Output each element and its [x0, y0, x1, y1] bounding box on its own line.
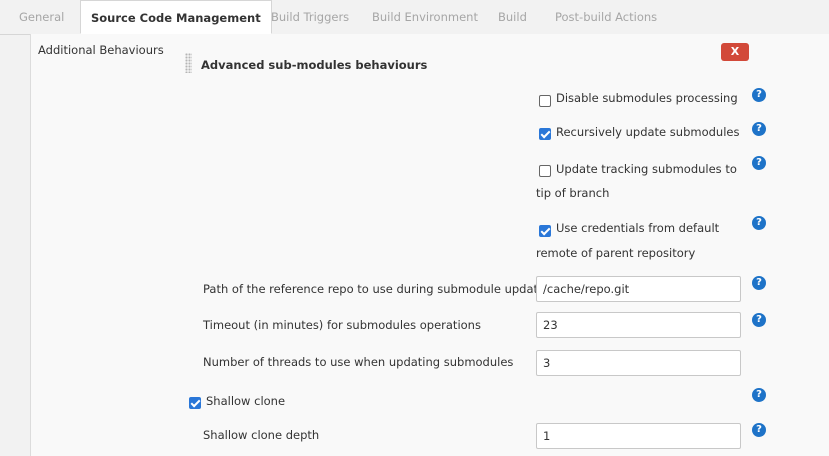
tab-build-triggers[interactable]: Build Triggers [271, 0, 349, 34]
shallow-clone-label: Shallow clone [206, 394, 286, 408]
timeout-label: Timeout (in minutes) for submodules oper… [203, 318, 481, 332]
reference-repo-input[interactable] [536, 276, 741, 302]
delete-behaviour-button[interactable]: X [721, 43, 749, 61]
tab-post-build-actions[interactable]: Post-build Actions [555, 0, 657, 34]
disable-submodules-label: Disable submodules processing [556, 91, 738, 105]
disable-submodules-checkbox[interactable] [539, 95, 551, 107]
use-credentials-label-line2: remote of parent repository [536, 246, 696, 260]
use-credentials-label-line1: Use credentials from default [556, 221, 720, 235]
tab-build-environment[interactable]: Build Environment [372, 0, 478, 34]
tab-build[interactable]: Build [498, 0, 527, 34]
help-icon[interactable]: ? [752, 216, 766, 230]
tab-bar: General Source Code Management Build Tri… [0, 0, 829, 35]
shallow-depth-input[interactable] [536, 423, 741, 449]
tracking-submodules-checkbox[interactable] [539, 165, 551, 177]
help-icon[interactable]: ? [752, 276, 766, 290]
section-label-additional-behaviours: Additional Behaviours [38, 43, 164, 57]
help-icon[interactable]: ? [752, 88, 766, 102]
recursive-update-checkbox[interactable] [539, 128, 551, 140]
help-icon[interactable]: ? [752, 156, 766, 170]
close-icon: X [730, 45, 740, 58]
help-icon[interactable]: ? [752, 122, 766, 136]
reference-repo-label: Path of the reference repo to use during… [203, 282, 546, 296]
threads-input[interactable] [536, 350, 741, 376]
help-icon[interactable]: ? [752, 313, 766, 327]
recursive-update-label: Recursively update submodules [556, 125, 740, 139]
help-icon[interactable]: ? [752, 423, 766, 437]
use-credentials-checkbox[interactable] [539, 225, 551, 237]
timeout-input[interactable] [536, 312, 741, 338]
shallow-clone-checkbox[interactable] [189, 397, 201, 409]
shallow-depth-label: Shallow clone depth [203, 428, 320, 442]
help-icon[interactable]: ? [752, 388, 766, 402]
drag-handle-icon[interactable] [185, 53, 192, 73]
tracking-submodules-label-line2: tip of branch [536, 186, 610, 200]
behaviour-heading: Advanced sub-modules behaviours [201, 58, 428, 72]
threads-label: Number of threads to use when updating s… [203, 355, 514, 369]
tracking-submodules-label-line1: Update tracking submodules to [556, 162, 737, 176]
tab-general[interactable]: General [19, 0, 64, 34]
tab-source-code-management[interactable]: Source Code Management [80, 0, 272, 34]
